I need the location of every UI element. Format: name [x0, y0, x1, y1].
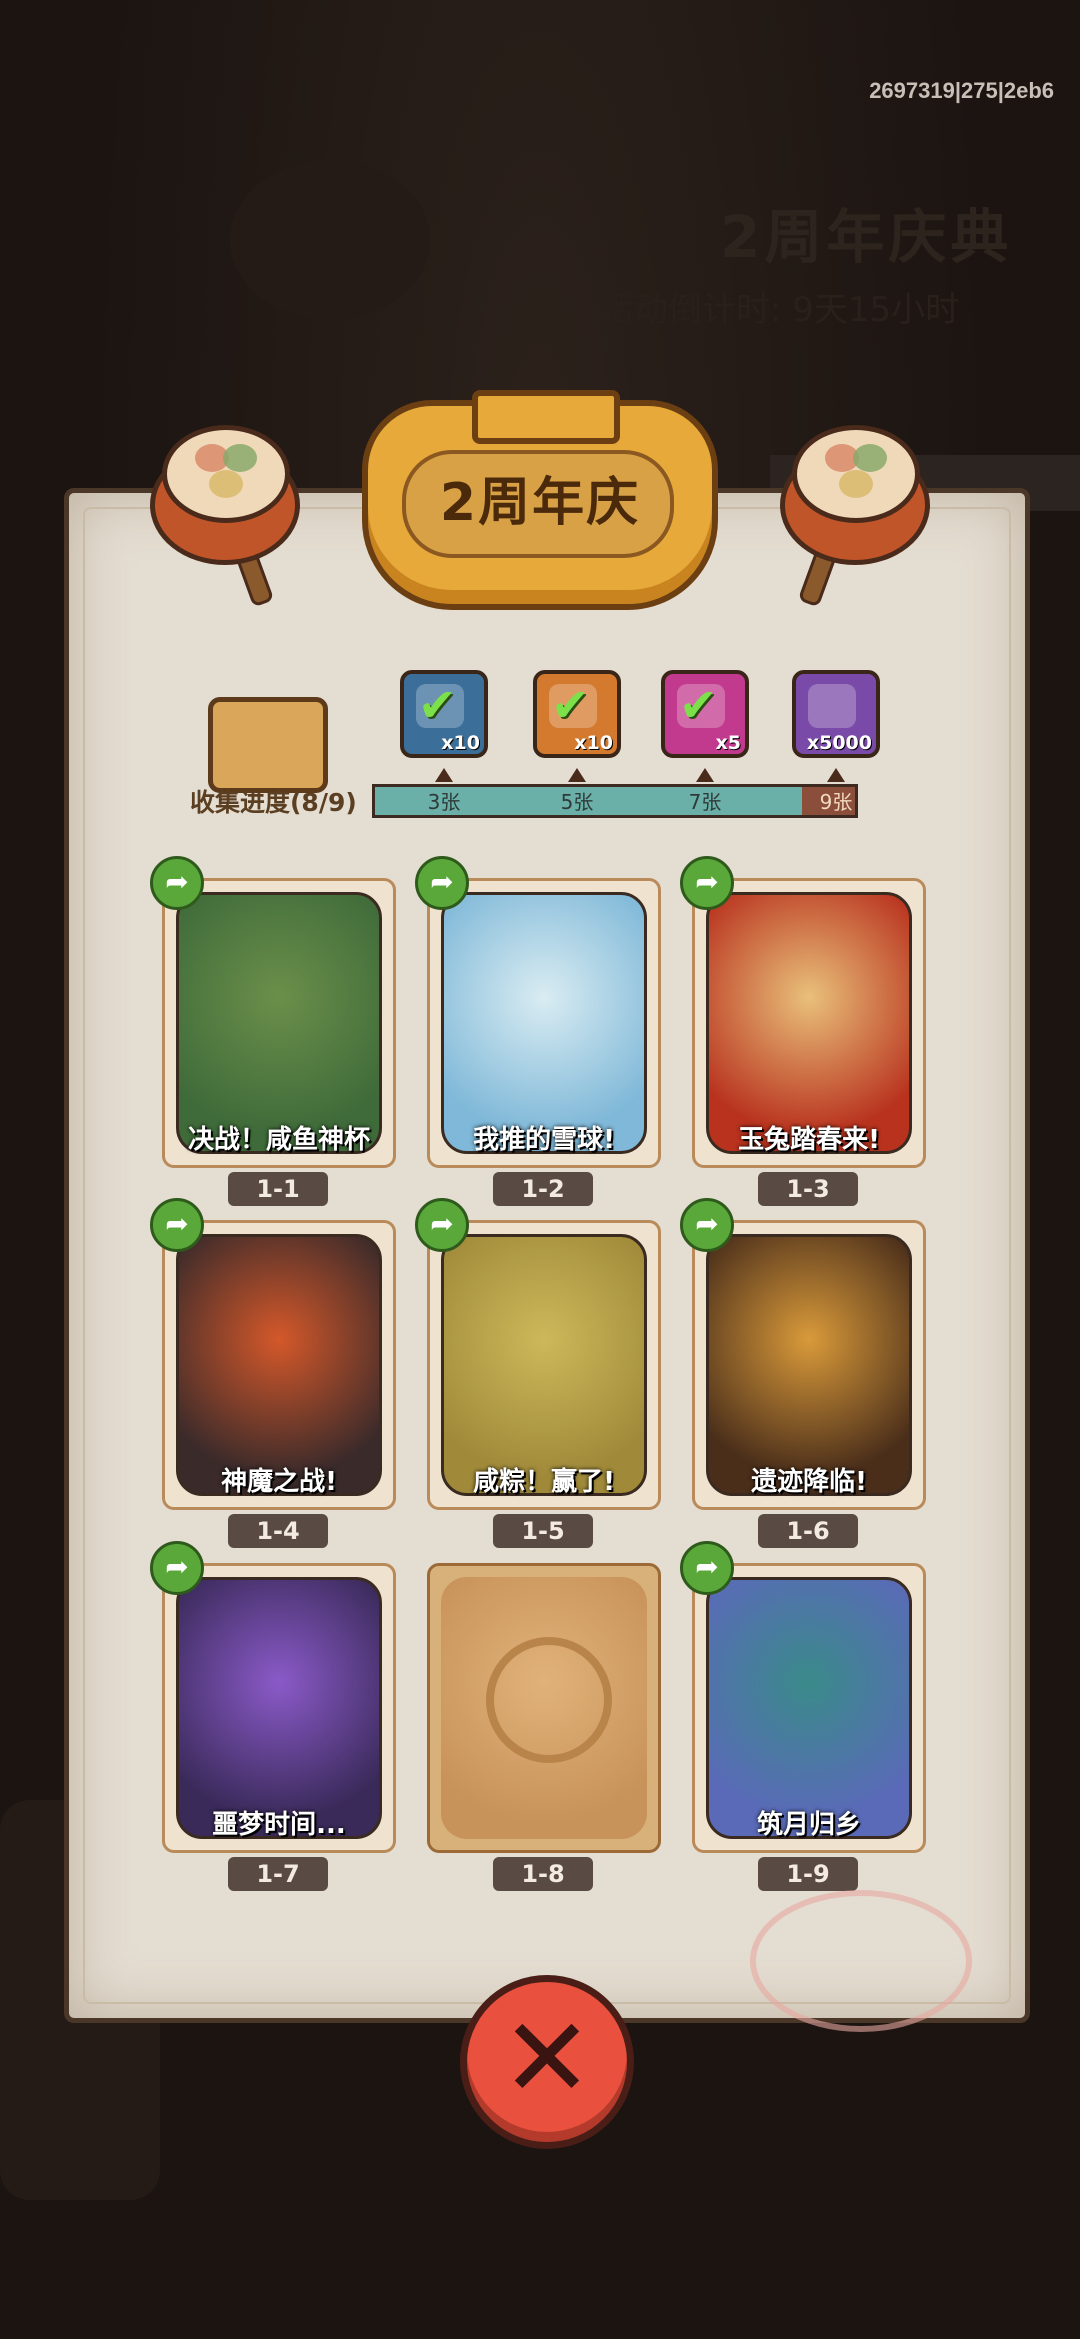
- card-number-label: 1-2: [493, 1172, 593, 1206]
- card-caption: 神魔之战!: [221, 1467, 337, 1497]
- card-number-label: 1-3: [758, 1172, 858, 1206]
- share-arrow-icon[interactable]: ➦: [415, 856, 469, 910]
- milestone-reward-1[interactable]: ✔ x10: [400, 670, 488, 758]
- card-illustration: [706, 1234, 912, 1496]
- story-card-1-6[interactable]: 遗迹降临! ➦ 1-6: [680, 1198, 926, 1548]
- card-number-label: 1-1: [228, 1172, 328, 1206]
- milestone-label: 9张: [819, 790, 853, 814]
- locked-card-placeholder: [441, 1577, 647, 1839]
- reward-count: x5: [715, 732, 741, 754]
- close-button[interactable]: ✕: [460, 1975, 634, 2149]
- story-card-1-4[interactable]: 神魔之战! ➦ 1-4: [150, 1198, 396, 1548]
- milestone-marker: [435, 768, 453, 782]
- claimed-check-icon: ✔: [679, 678, 718, 732]
- reward-count: x10: [574, 732, 613, 754]
- milestone-reward-4[interactable]: x5000: [792, 670, 880, 758]
- card-number-label: 1-9: [758, 1857, 858, 1891]
- card-number-label: 1-8: [493, 1857, 593, 1891]
- card-number-label: 1-4: [228, 1514, 328, 1548]
- background-mascot: [230, 160, 430, 320]
- card-number-label: 1-7: [228, 1857, 328, 1891]
- reward-count: x10: [441, 732, 480, 754]
- card-illustration: [176, 892, 382, 1154]
- background-title: 2周年庆典: [720, 203, 1013, 271]
- build-id-label: 2697319|275|2eb6: [869, 78, 1054, 103]
- story-card-1-3[interactable]: 玉兔踏春来! ➦ 1-3: [680, 856, 926, 1206]
- card-illustration: [441, 892, 647, 1154]
- seal-stamp-decoration: [750, 1890, 972, 2032]
- share-arrow-icon[interactable]: ➦: [150, 1541, 204, 1595]
- card-number-label: 1-5: [493, 1514, 593, 1548]
- story-card-1-9[interactable]: 筑月归乡 ➦ 1-9: [680, 1541, 926, 1891]
- close-icon: ✕: [500, 1994, 594, 2122]
- card-caption: 咸粽！赢了!: [473, 1467, 615, 1497]
- milestone-label: 3张: [427, 790, 461, 814]
- claimed-check-icon: ✔: [551, 678, 590, 732]
- card-illustration: [706, 892, 912, 1154]
- card-caption: 玉兔踏春来!: [738, 1125, 880, 1155]
- panel-title: 2周年庆: [439, 473, 641, 533]
- card-number-label: 1-6: [758, 1514, 858, 1548]
- title-plaque: 2周年庆: [362, 390, 718, 610]
- card-caption: 噩梦时间...: [212, 1810, 346, 1840]
- fish-silhouette-icon: [486, 1637, 612, 1763]
- story-card-1-2[interactable]: 我推的雪球! ➦ 1-2: [415, 856, 661, 1206]
- card-caption: 筑月归乡: [756, 1810, 861, 1840]
- share-arrow-icon[interactable]: ➦: [680, 856, 734, 910]
- share-arrow-icon[interactable]: ➦: [680, 1198, 734, 1252]
- milestone-marker: [827, 768, 845, 782]
- milestone-marker: [568, 768, 586, 782]
- background-countdown: 活动倒计时: 9天15小时: [600, 290, 960, 330]
- card-illustration: [706, 1577, 912, 1839]
- reward-count: x5000: [806, 732, 872, 754]
- card-caption: 决战！咸鱼神杯: [187, 1125, 370, 1155]
- collection-folder-icon: [208, 697, 328, 793]
- claimed-check-icon: ✔: [418, 678, 457, 732]
- drum-decoration-left: [140, 415, 300, 608]
- card-illustration: [441, 1234, 647, 1496]
- story-card-1-1[interactable]: 决战！咸鱼神杯 ➦ 1-1: [150, 856, 396, 1206]
- crystal-icon: [808, 684, 856, 728]
- share-arrow-icon[interactable]: ➦: [680, 1541, 734, 1595]
- collection-progress-label: 收集进度(8/9): [190, 788, 357, 817]
- story-card-1-7[interactable]: 噩梦时间... ➦ 1-7: [150, 1541, 396, 1891]
- milestone-reward-2[interactable]: ✔ x10: [533, 670, 621, 758]
- share-arrow-icon[interactable]: ➦: [150, 1198, 204, 1252]
- milestone-label: 7张: [688, 790, 722, 814]
- share-arrow-icon[interactable]: ➦: [150, 856, 204, 910]
- milestone-label: 5张: [560, 790, 594, 814]
- drum-decoration-right: [770, 415, 930, 608]
- card-illustration: [176, 1577, 382, 1839]
- milestone-reward-3[interactable]: ✔ x5: [661, 670, 749, 758]
- card-illustration: [176, 1234, 382, 1496]
- card-caption: 我推的雪球!: [473, 1125, 615, 1155]
- share-arrow-icon[interactable]: ➦: [415, 1198, 469, 1252]
- story-card-1-8[interactable]: 1-8: [427, 1563, 661, 1891]
- card-caption: 遗迹降临!: [751, 1467, 867, 1497]
- story-card-1-5[interactable]: 咸粽！赢了! ➦ 1-5: [415, 1198, 661, 1548]
- milestone-marker: [696, 768, 714, 782]
